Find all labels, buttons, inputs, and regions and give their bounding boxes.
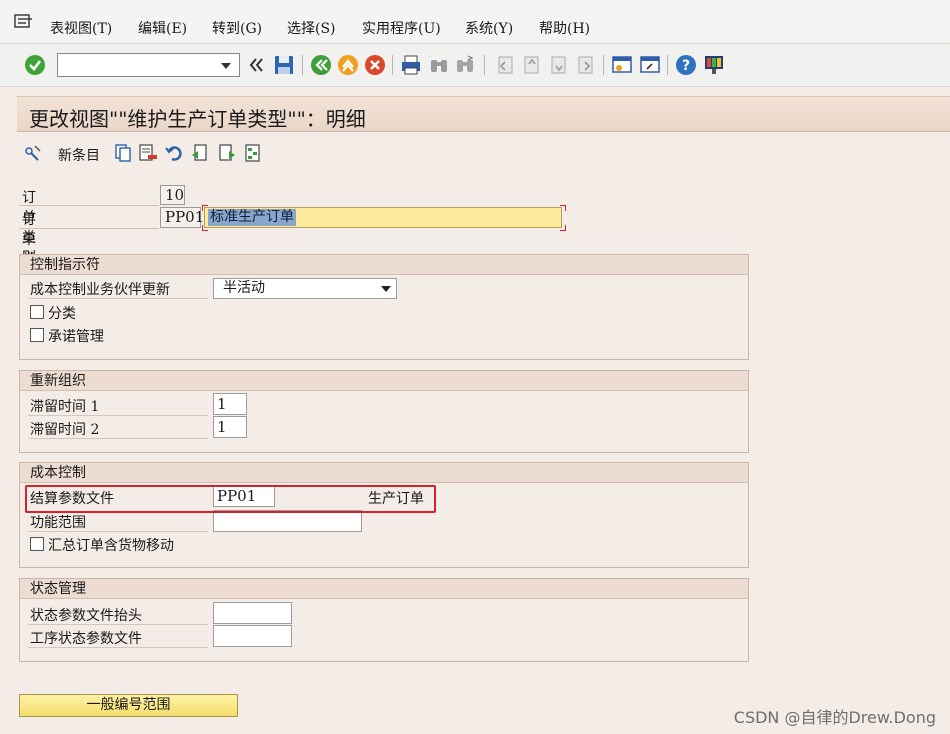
display-change-icon[interactable] <box>23 143 43 163</box>
status-management-title: 状态管理 <box>20 579 748 599</box>
residence-time-1-label: 滞留时间 1 <box>30 399 100 415</box>
svg-text:?: ? <box>682 58 690 74</box>
divider <box>28 647 208 648</box>
customize-layout-icon[interactable] <box>703 54 725 76</box>
check-icon[interactable] <box>24 54 46 76</box>
control-indicators-group: 控制指示符 成本控制业务伙伴更新 半活动 分类 承诺管理 <box>19 254 749 360</box>
status-profile-header-label: 状态参数文件抬头 <box>30 608 142 624</box>
undo-change-icon[interactable] <box>164 143 184 163</box>
residence-time-1-input[interactable]: 1 <box>213 393 247 415</box>
co-partner-update-label: 成本控制业务伙伴更新 <box>30 282 170 298</box>
divider <box>28 415 208 416</box>
divider <box>28 624 208 625</box>
page-title: 更改视图""维护生产订单类型""：明细 <box>29 107 366 131</box>
menu-selection[interactable]: 选择(S) <box>287 18 336 38</box>
operation-status-profile-input[interactable] <box>213 625 292 647</box>
prev-page-icon[interactable] <box>520 54 542 76</box>
focus-corner <box>560 225 566 231</box>
spacer <box>0 88 950 96</box>
previous-entry-icon[interactable] <box>190 143 210 163</box>
classification-label: 分类 <box>48 306 76 322</box>
application-toolbar: 新条目 <box>17 138 950 168</box>
menu-table-view[interactable]: 表视图(T) <box>50 18 112 38</box>
save-icon[interactable] <box>273 54 295 76</box>
last-page-icon[interactable] <box>574 54 596 76</box>
divider <box>28 531 208 532</box>
back-icon[interactable] <box>310 54 332 76</box>
focus-corner <box>202 225 208 231</box>
residence-time-2-input[interactable]: 1 <box>213 416 247 438</box>
screen-title-bar: 更改视图""维护生产订单类型""：明细 <box>17 96 950 132</box>
first-page-icon[interactable] <box>494 54 516 76</box>
back-double-arrow-icon[interactable] <box>246 54 268 76</box>
classification-checkbox[interactable] <box>30 305 44 319</box>
menu-bar: 表视图(T) 编辑(E) 转到(G) 选择(S) 实用程序(U) 系统(Y) 帮… <box>0 0 950 44</box>
divider <box>28 298 208 299</box>
order-type-value: PP01 <box>160 207 204 228</box>
status-management-group: 状态管理 状态参数文件抬头 工序状态参数文件 <box>19 578 749 662</box>
toolbar-separator <box>667 55 668 75</box>
menu-help[interactable]: 帮助(H) <box>539 18 590 38</box>
functional-area-input[interactable] <box>213 510 362 532</box>
menu-edit[interactable]: 编辑(E) <box>138 18 187 38</box>
copy-as-icon[interactable] <box>113 143 133 163</box>
other-entry-icon[interactable] <box>243 143 263 163</box>
cost-control-group: 成本控制 结算参数文件 PP01 生产订单 功能范围 汇总订单含货物移动 <box>19 462 749 568</box>
focus-corner <box>560 205 566 211</box>
cancel-icon[interactable] <box>364 54 386 76</box>
general-number-range-button[interactable]: 一般编号范围 <box>19 694 238 717</box>
new-session-icon[interactable] <box>611 54 633 76</box>
divider <box>19 228 159 229</box>
cost-control-title: 成本控制 <box>20 463 748 483</box>
collective-order-checkbox[interactable] <box>30 537 44 551</box>
watermark: CSDN @自律的Drew.Dong <box>733 708 936 727</box>
next-page-icon[interactable] <box>547 54 569 76</box>
find-next-icon[interactable] <box>454 54 476 76</box>
shortcut-icon[interactable] <box>639 54 661 76</box>
menu-goto[interactable]: 转到(G) <box>212 18 262 38</box>
command-field[interactable] <box>57 53 240 77</box>
commitments-checkbox[interactable] <box>30 328 44 342</box>
menu-exit-icon[interactable] <box>14 14 34 30</box>
standard-toolbar: ? <box>0 45 950 87</box>
print-icon[interactable] <box>400 54 422 76</box>
toolbar-separator <box>603 55 604 75</box>
focus-corner <box>202 205 208 211</box>
delete-icon[interactable] <box>138 143 158 163</box>
operation-status-profile-label: 工序状态参数文件 <box>30 631 142 647</box>
order-category-value: 10 <box>160 185 185 205</box>
menu-utilities[interactable]: 实用程序(U) <box>362 18 441 38</box>
status-profile-header-input[interactable] <box>213 602 292 624</box>
order-type-description: 标准生产订单 <box>208 209 296 226</box>
reorganization-group: 重新组织 滞留时间 1 1 滞留时间 2 1 <box>19 370 749 453</box>
divider <box>19 205 159 206</box>
reorganization-title: 重新组织 <box>20 371 748 391</box>
co-partner-update-select[interactable]: 半活动 <box>213 278 397 299</box>
toolbar-separator <box>302 55 303 75</box>
order-type-description-field[interactable]: 标准生产订单 <box>204 207 562 228</box>
control-indicators-title: 控制指示符 <box>20 255 748 275</box>
collective-order-label: 汇总订单含货物移动 <box>48 538 174 554</box>
toolbar-separator <box>392 55 393 75</box>
next-entry-icon[interactable] <box>217 143 237 163</box>
commitments-label: 承诺管理 <box>48 329 104 345</box>
co-partner-update-value: 半活动 <box>223 280 265 296</box>
annotation-highlight-box <box>25 485 436 513</box>
help-icon[interactable]: ? <box>675 54 697 76</box>
chevron-down-icon[interactable] <box>221 63 231 69</box>
menu-system[interactable]: 系统(Y) <box>465 18 513 38</box>
residence-time-2-label: 滞留时间 2 <box>30 422 100 438</box>
exit-icon[interactable] <box>337 54 359 76</box>
new-entries-button[interactable]: 新条目 <box>58 145 100 165</box>
chevron-down-icon[interactable] <box>381 286 391 292</box>
toolbar-separator <box>484 55 485 75</box>
functional-area-label: 功能范围 <box>30 515 86 531</box>
divider <box>28 438 208 439</box>
find-icon[interactable] <box>428 54 450 76</box>
